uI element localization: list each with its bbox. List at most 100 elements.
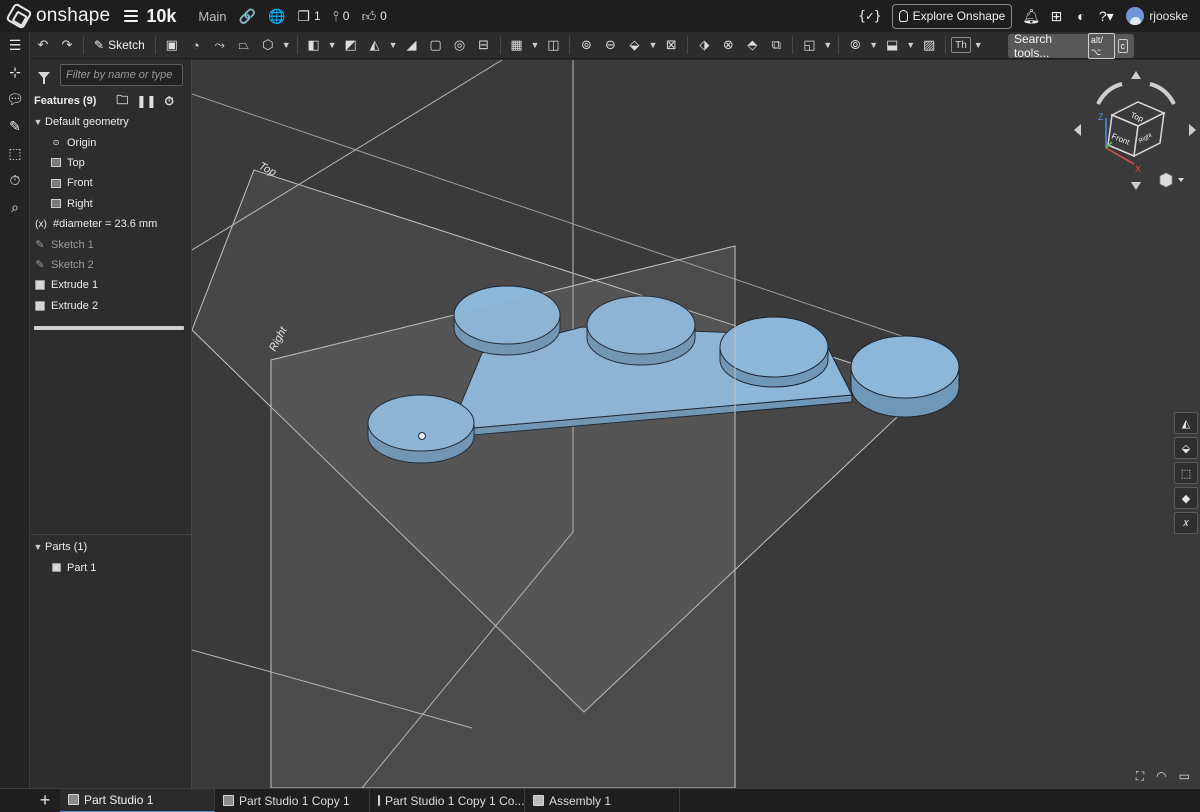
revolve-icon[interactable]: ◔ <box>185 34 207 56</box>
menu-icon[interactable] <box>124 10 139 22</box>
chevron-down-icon[interactable]: ▼ <box>869 40 878 50</box>
mate-connector-icon[interactable]: ⦾ <box>844 34 866 56</box>
like-button[interactable]: 👍︎ 0 <box>361 8 386 25</box>
delete-face-icon[interactable]: ⊗ <box>717 34 739 56</box>
chevron-down-icon[interactable]: ▼ <box>31 117 45 127</box>
move-face-icon[interactable]: ⬗ <box>693 34 715 56</box>
pause-icon[interactable]: ❚❚ <box>136 94 156 108</box>
chevron-down-icon[interactable]: ▼ <box>389 40 398 50</box>
named-views-icon[interactable]: ◆ <box>1174 487 1198 509</box>
versions-button[interactable]: ❐ 1 <box>297 8 320 25</box>
fillet-icon[interactable]: ◧ <box>303 34 325 56</box>
split-icon[interactable]: ⊖ <box>599 34 621 56</box>
app-store-icon[interactable]: ⊞ <box>1045 8 1067 25</box>
cylinder-top[interactable] <box>719 316 829 378</box>
variables-table-icon[interactable]: ✎ <box>0 113 30 140</box>
tab-part-studio-1[interactable]: Part Studio 1 <box>60 788 215 812</box>
username[interactable]: rjooske <box>1149 9 1188 23</box>
render-mode-icon[interactable]: ◭ <box>1174 412 1198 434</box>
feature-filter-input[interactable] <box>60 64 183 86</box>
transform-icon[interactable]: ⬙ <box>623 34 645 56</box>
pattern-icon[interactable]: ▦ <box>506 34 528 56</box>
section-view-icon[interactable]: ⬙ <box>1174 437 1198 459</box>
tab-part-studio-1-copy-1-copy[interactable]: Part Studio 1 Copy 1 Co... <box>370 788 525 812</box>
tab-part-studio-1-copy-1[interactable]: Part Studio 1 Copy 1 <box>215 788 370 812</box>
sweep-icon[interactable]: ⤳ <box>209 34 231 56</box>
measure-arc-icon[interactable]: ◠ <box>1156 769 1166 784</box>
rib-icon[interactable]: ◢ <box>401 34 423 56</box>
view-cube[interactable]: Top Front Right Z X <box>1072 68 1200 203</box>
plane-icon[interactable]: ◱ <box>798 34 820 56</box>
offset-surface-icon[interactable]: ⧉ <box>765 34 787 56</box>
notifications-bell-icon[interactable]: 🔔︎ <box>1020 8 1042 25</box>
shell-icon[interactable]: ▢ <box>425 34 447 56</box>
chevron-down-icon[interactable]: ▼ <box>328 40 337 50</box>
tree-item-right-plane[interactable]: Right <box>31 194 191 214</box>
tree-item-front-plane[interactable]: Front <box>31 173 191 193</box>
help-icon[interactable]: ?▾ <box>1095 8 1117 25</box>
thicken-icon[interactable]: ⬡ <box>257 34 279 56</box>
branch-name[interactable]: Main <box>198 9 226 24</box>
delete-part-icon[interactable]: ⊠ <box>660 34 682 56</box>
down-arrow-icon[interactable] <box>1131 182 1141 190</box>
search-tools-button[interactable]: Search tools... alt/⌥ c <box>1008 32 1134 60</box>
graphics-viewport[interactable]: Top Right Top Front Right Z X ◭ ⬙ ⬚ ◆ 𝑥 … <box>192 60 1200 788</box>
draft-icon[interactable]: ◭ <box>364 34 386 56</box>
undo-icon[interactable]: ↶ <box>32 34 54 56</box>
configurations-icon[interactable]: ⬚ <box>0 140 30 167</box>
left-arrow-icon[interactable] <box>1074 124 1081 136</box>
rollback-bar[interactable] <box>34 325 184 330</box>
right-arrow-icon[interactable] <box>1189 124 1196 136</box>
filter-icon[interactable] <box>38 71 50 84</box>
chevron-down-icon[interactable]: ▼ <box>648 40 657 50</box>
onshape-logo[interactable]: onshape <box>5 2 110 30</box>
measure-icon[interactable]: ⬚ <box>1174 462 1198 484</box>
rotate-left-arrow-icon[interactable] <box>1096 82 1123 105</box>
th-button[interactable]: Th <box>951 37 971 53</box>
tree-item-extrude-1[interactable]: Extrude 1 <box>31 275 191 295</box>
tree-item-extrude-2[interactable]: Extrude 2 <box>31 296 191 316</box>
variable-visibility-icon[interactable]: 𝑥 <box>1174 512 1198 534</box>
view-options-chevron-icon[interactable] <box>1178 178 1184 182</box>
tab-assembly-1[interactable]: Assembly 1 <box>525 788 680 812</box>
chevron-down-icon[interactable]: ▼ <box>31 542 45 552</box>
code-button[interactable]: {✓} <box>858 9 881 24</box>
loft-icon[interactable]: ⏢ <box>233 34 255 56</box>
learning-center-icon[interactable]: ◐ <box>1070 8 1092 24</box>
frames-icon[interactable]: ▨ <box>918 34 940 56</box>
replace-face-icon[interactable]: ⬘ <box>741 34 763 56</box>
comments-icon[interactable]: 💬︎ <box>0 86 30 113</box>
add-tab-button[interactable]: + <box>30 789 60 812</box>
history-icon[interactable]: ⏱ <box>0 167 30 194</box>
tree-item-sketch-2[interactable]: ✎ Sketch 2 <box>31 255 191 275</box>
feature-list-icon[interactable]: ☰ <box>0 32 30 59</box>
tree-item-sketch-1[interactable]: ✎ Sketch 1 <box>31 234 191 254</box>
thread-icon[interactable]: ⊟ <box>473 34 495 56</box>
model-canvas[interactable]: Top Right <box>192 60 1200 788</box>
mass-properties-icon[interactable]: ⛶ <box>1136 769 1144 784</box>
add-folder-icon[interactable]: 🗀︎ <box>116 91 128 112</box>
rotate-right-arrow-icon[interactable] <box>1149 82 1176 105</box>
globe-icon[interactable]: 🌐 <box>268 8 285 25</box>
tree-item-part-1[interactable]: Part 1 <box>31 557 192 577</box>
tree-item-default-geometry[interactable]: ▼ Default geometry <box>31 112 191 132</box>
sheet-metal-icon[interactable]: ⬓ <box>881 34 903 56</box>
timer-icon[interactable]: ⏱ <box>164 94 173 109</box>
extrude-icon[interactable]: ▣ <box>161 34 183 56</box>
units-icon[interactable]: ▭ <box>1179 769 1190 784</box>
tree-item-origin[interactable]: ⊙ Origin <box>31 132 191 152</box>
chevron-down-icon[interactable]: ▼ <box>531 40 540 50</box>
mirror-icon[interactable]: ◫ <box>542 34 564 56</box>
hole-icon[interactable]: ◎ <box>449 34 471 56</box>
chamfer-icon[interactable]: ◩ <box>340 34 362 56</box>
user-avatar[interactable] <box>1126 7 1145 25</box>
chevron-down-icon[interactable]: ▼ <box>823 40 832 50</box>
up-arrow-icon[interactable] <box>1131 71 1141 79</box>
explore-onshape-button[interactable]: Explore Onshape <box>891 3 1013 29</box>
tree-item-variable-diameter[interactable]: (x) #diameter = 23.6 mm <box>31 214 191 234</box>
chevron-down-icon[interactable]: ▼ <box>974 40 983 50</box>
cylinder-top[interactable] <box>850 335 960 399</box>
link-icon[interactable]: 🔗 <box>239 8 256 25</box>
chevron-down-icon[interactable]: ▼ <box>282 40 291 50</box>
sketch-button[interactable]: ✎ Sketch <box>89 34 150 56</box>
